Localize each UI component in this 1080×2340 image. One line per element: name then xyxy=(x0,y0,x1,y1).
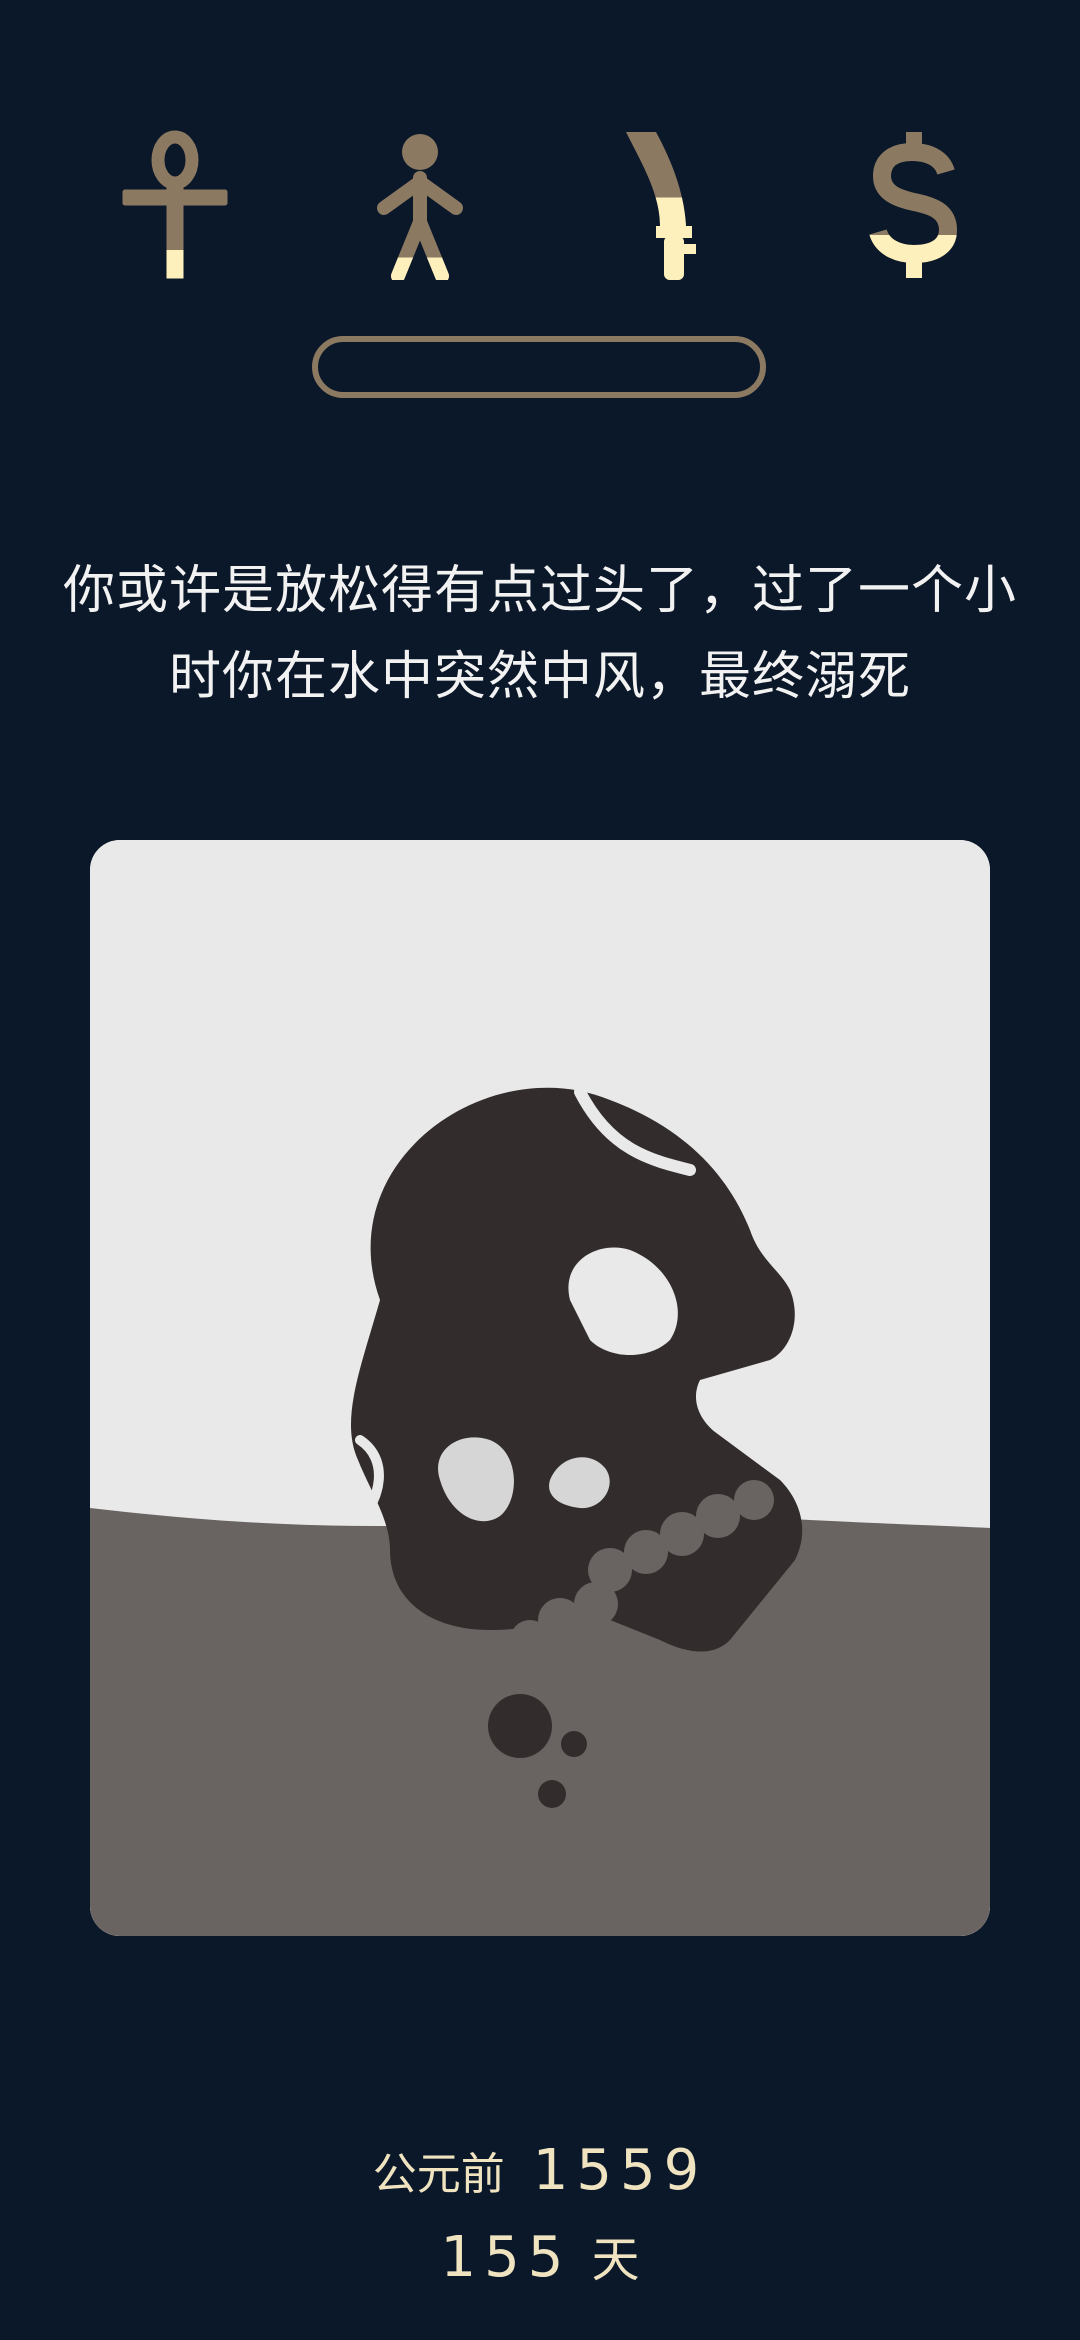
stat-social xyxy=(360,130,480,280)
event-card[interactable] xyxy=(90,840,990,1936)
era-date: 公元前 1559 xyxy=(0,2138,1080,2203)
days-value: 155 xyxy=(440,2225,572,2290)
era-label: 公元前 xyxy=(372,2149,505,2200)
stats-row xyxy=(0,130,1080,280)
event-message: 你或许是放松得有点过头了，过了一个小时你在水中突然中风，最终溺死 xyxy=(62,561,1017,707)
drowning-skull-illustration xyxy=(90,840,990,1936)
era-year: 1559 xyxy=(532,2138,708,2203)
sword-icon xyxy=(626,132,696,280)
ankh-icon xyxy=(115,130,235,280)
stat-power xyxy=(612,130,732,280)
dollar-icon xyxy=(854,130,974,280)
days-label: 天 xyxy=(591,2232,640,2288)
stat-health xyxy=(115,130,235,280)
day-count: 155 天 xyxy=(0,2220,1080,2290)
game-screen: 你或许是放松得有点过头了，过了一个小时你在水中突然中风，最终溺死 公元前 155… xyxy=(0,0,1080,2340)
stat-money xyxy=(854,130,974,280)
progress-bar xyxy=(312,336,766,398)
person-icon xyxy=(360,130,480,280)
